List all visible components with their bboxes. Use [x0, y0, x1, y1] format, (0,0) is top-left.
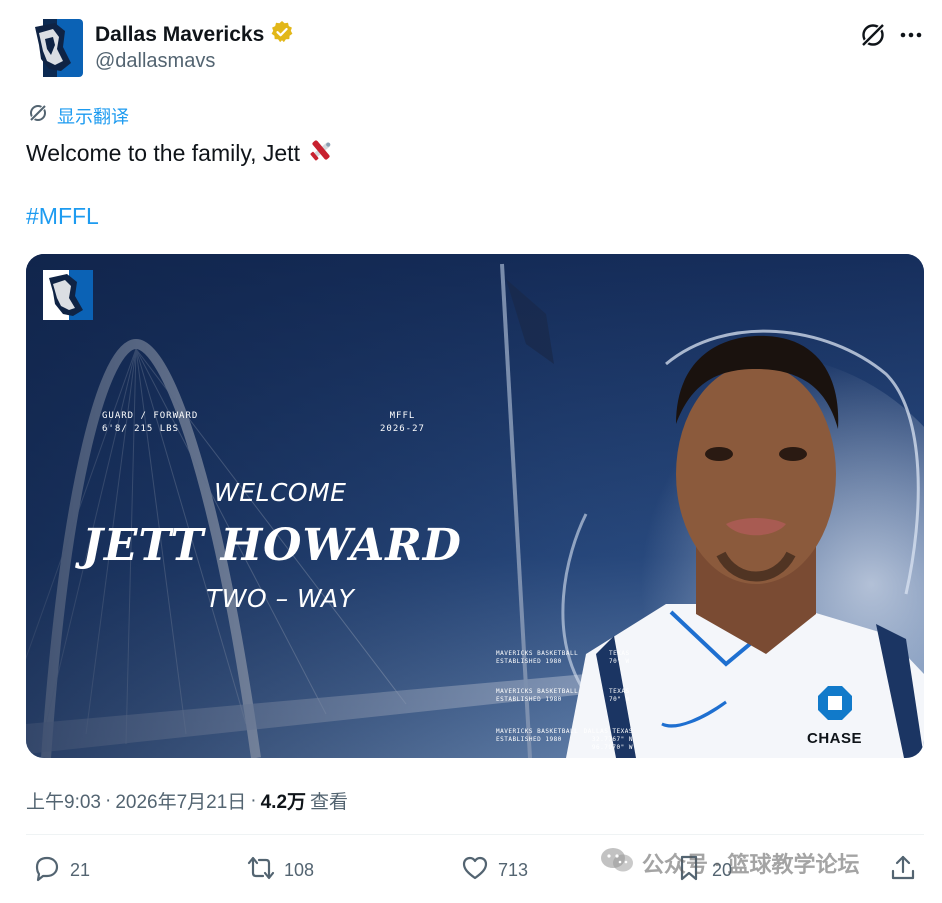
heart-icon: [460, 853, 490, 888]
welcome-heading: WELCOME: [214, 478, 347, 507]
avatar[interactable]: [25, 19, 83, 77]
verified-badge-icon: [270, 20, 294, 49]
more-options-icon[interactable]: [898, 24, 924, 46]
fine-print-3-right: DALLAS TEXAS 32.7767" N 96.7970" W: [571, 728, 633, 752]
contract-type: TWO – WAY: [206, 584, 355, 613]
share-button[interactable]: [888, 848, 918, 892]
tweet-time[interactable]: 上午9:03: [26, 787, 101, 814]
season-info: MFFL 2026-27: [380, 410, 425, 436]
divider: [26, 834, 924, 835]
tweet-text: Welcome to the family, Jett: [26, 135, 336, 171]
meta-separator-2: ·: [250, 789, 257, 811]
fine-print-left2: ESTABLISHED 1980: [496, 658, 562, 665]
hashtag-link[interactable]: #MFFL: [26, 203, 99, 230]
fine-print-3: MAVERICKS BASKETBALL ESTABLISHED 1980: [496, 728, 578, 744]
wechat-icon: [600, 846, 634, 880]
fine-print-left2: ESTABLISHED 1980: [496, 696, 562, 703]
views-count: 4.2万: [260, 792, 307, 813]
author-display-name[interactable]: Dallas Mavericks: [95, 23, 264, 47]
reply-count: 21: [70, 859, 91, 880]
author-handle[interactable]: @dallasmavs: [95, 50, 215, 73]
fine-print-left: MAVERICKS BASKETBALL: [496, 650, 579, 657]
meta-separator: ·: [104, 789, 112, 811]
tweet-date[interactable]: 2026年7月21日: [115, 787, 246, 814]
fine-print-right: TEXAS: [609, 688, 630, 695]
wechat-watermark: 公众号 · 篮球教学论坛: [600, 846, 860, 880]
player-name-heading: JETT HOWARD: [82, 520, 462, 571]
fine-print-left: MAVERICKS BASKETBALL: [496, 688, 579, 695]
repost-count: 108: [284, 859, 315, 880]
fine-print-right2: 70" W: [609, 696, 630, 703]
fine-print-1: MAVERICKS BASKETBALL ESTABLISHED 1980: [496, 650, 578, 666]
reply-icon: [32, 853, 62, 888]
fine-print-left2: ESTABLISHED 1980: [496, 736, 562, 743]
tweet-body: Welcome to the family, Jett: [26, 139, 300, 166]
fine-print-1-right: TEXAS 70" W: [609, 650, 630, 666]
fine-print-right2: 32.7767" N 96.7970" W: [591, 736, 633, 751]
fine-print-right2: 70" W: [609, 658, 630, 665]
repost-button[interactable]: 108: [246, 848, 314, 892]
size-line: 6'8/ 215 LBS: [102, 424, 180, 434]
position-info: GUARD / FORWARD 6'8/ 215 LBS: [102, 410, 198, 436]
translate-icon: [27, 102, 49, 129]
share-icon: [888, 853, 918, 888]
fine-print-2-right: TEXAS 70" W: [609, 688, 630, 704]
repost-icon: [246, 853, 276, 888]
chase-sponsor-label: CHASE: [807, 730, 863, 747]
fine-print-2: MAVERICKS BASKETBALL ESTABLISHED 1980: [496, 688, 578, 704]
season-line: 2026-27: [380, 424, 425, 434]
airplane-emoji-icon: [306, 135, 336, 171]
tweet-media-image[interactable]: GUARD / FORWARD 6'8/ 215 LBS MFFL 2026-2…: [26, 254, 924, 758]
tweet-container: Dallas Mavericks @dallasmavs 显示翻译 Welcom…: [0, 0, 942, 903]
like-button[interactable]: 713: [460, 848, 528, 892]
mffl-line: MFFL: [389, 411, 416, 421]
position-line: GUARD / FORWARD: [102, 411, 199, 421]
watermark-text: 公众号 · 篮球教学论坛: [642, 852, 860, 877]
views-label: 查看: [310, 792, 349, 813]
like-count: 713: [498, 859, 529, 880]
fine-print-right: DALLAS TEXAS: [583, 728, 633, 735]
fine-print-left: MAVERICKS BASKETBALL: [496, 728, 579, 735]
show-translation-link[interactable]: 显示翻译: [27, 102, 129, 129]
media-background: [26, 254, 924, 758]
grok-icon[interactable]: [858, 20, 888, 50]
show-translation-label[interactable]: 显示翻译: [57, 103, 129, 129]
reply-button[interactable]: 21: [32, 848, 90, 892]
author-name-row[interactable]: Dallas Mavericks: [95, 20, 294, 49]
tweet-meta: 上午9:03 · 2026年7月21日 · 4.2万 查看: [26, 787, 348, 814]
fine-print-right: TEXAS: [609, 650, 630, 657]
